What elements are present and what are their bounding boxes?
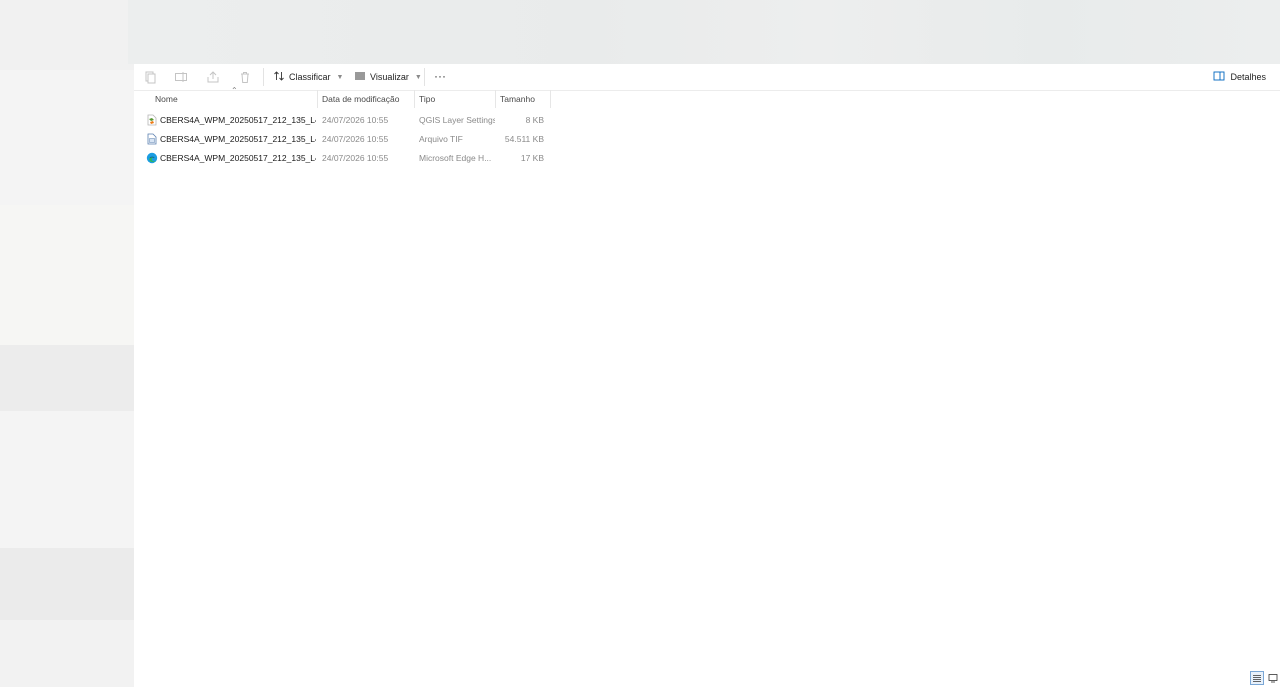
more-options-button[interactable]: ··· xyxy=(434,69,446,83)
sort-button[interactable]: Classificar ▼ xyxy=(273,68,343,86)
rename-icon[interactable] xyxy=(174,70,188,84)
delete-icon[interactable] xyxy=(238,70,252,84)
file-name: CBERS4A_WPM_20250517_212_135_L4_M... xyxy=(160,115,316,125)
file-name: CBERS4A_WPM_20250517_212_135_L4_M... xyxy=(160,134,316,144)
column-header-type[interactable]: Tipo xyxy=(415,90,496,108)
file-row[interactable]: CBERS4A_WPM_20250517_212_135_L4_M... 24/… xyxy=(144,149,549,167)
tif-file-icon xyxy=(146,133,158,145)
toolbar-separator xyxy=(263,68,264,86)
view-mode-switch xyxy=(1250,671,1280,687)
file-name: CBERS4A_WPM_20250517_212_135_L4_M... xyxy=(160,153,316,163)
sort-label: Classificar xyxy=(289,72,331,82)
file-modified: 24/07/2026 10:55 xyxy=(322,134,389,144)
sort-icon xyxy=(273,70,285,84)
command-bar: Classificar ▼ Visualizar ▼ ··· Detalhes xyxy=(134,64,1280,91)
toolbar-separator xyxy=(424,68,425,86)
chevron-down-icon: ▼ xyxy=(336,73,344,81)
view-label: Visualizar xyxy=(370,72,409,82)
column-header-size[interactable]: Tamanho xyxy=(496,90,551,108)
file-modified: 24/07/2026 10:55 xyxy=(322,115,389,125)
background-left xyxy=(0,0,134,687)
view-icon xyxy=(354,70,366,84)
qgis-layer-icon xyxy=(146,114,158,126)
details-pane-button[interactable]: Detalhes xyxy=(1213,68,1266,86)
view-button[interactable]: Visualizar ▼ xyxy=(354,68,422,86)
column-header-row: ⌃ Nome Data de modificação Tipo Tamanho xyxy=(134,86,1280,110)
copy-icon[interactable] xyxy=(143,70,157,84)
details-pane-label: Detalhes xyxy=(1230,72,1266,82)
file-modified: 24/07/2026 10:55 xyxy=(322,153,389,163)
details-pane-icon xyxy=(1213,70,1225,84)
file-size: 17 KB xyxy=(520,153,544,163)
file-explorer-pane: Classificar ▼ Visualizar ▼ ··· Detalhes … xyxy=(134,64,1280,687)
column-header-name[interactable]: Nome xyxy=(151,90,318,108)
edge-html-icon xyxy=(146,152,158,164)
chevron-down-icon: ▼ xyxy=(414,73,422,81)
file-size: 8 KB xyxy=(525,115,544,125)
background-top xyxy=(128,0,1280,64)
details-view-icon[interactable] xyxy=(1250,671,1264,685)
large-icons-view-icon[interactable] xyxy=(1266,671,1280,685)
file-row[interactable]: CBERS4A_WPM_20250517_212_135_L4_M... 24/… xyxy=(144,111,549,129)
file-row[interactable]: CBERS4A_WPM_20250517_212_135_L4_M... 24/… xyxy=(144,130,549,148)
share-icon[interactable] xyxy=(206,70,220,84)
file-size: 54.511 KB xyxy=(504,134,544,144)
column-header-modified[interactable]: Data de modificação xyxy=(318,90,415,108)
